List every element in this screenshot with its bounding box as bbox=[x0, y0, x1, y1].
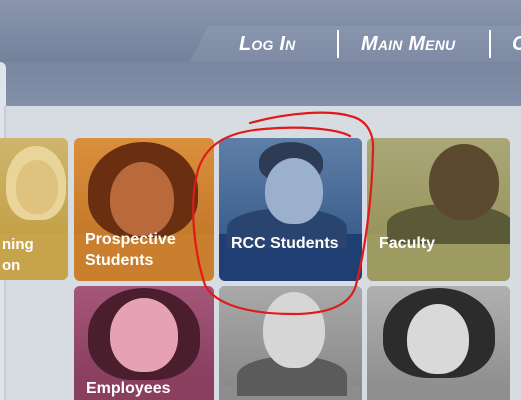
tile-rcc-students[interactable]: RCC Students bbox=[219, 138, 362, 281]
tile-label-line-2: Students bbox=[85, 252, 154, 269]
tile-label: RCC Students bbox=[231, 235, 339, 252]
sub-navigation-bar bbox=[0, 62, 521, 106]
employees-photo bbox=[74, 286, 214, 380]
tile-faculty[interactable]: Faculty bbox=[367, 138, 510, 281]
face-shape bbox=[429, 144, 499, 220]
tile-grey-woman[interactable] bbox=[367, 286, 510, 400]
tile-partial-left[interactable]: ning on bbox=[0, 138, 68, 280]
partial-nav-link[interactable]: C bbox=[512, 33, 521, 56]
tile-label-line-1: ning bbox=[2, 236, 34, 253]
tile-grey-man[interactable] bbox=[219, 286, 362, 400]
face-shape bbox=[16, 160, 58, 214]
main-menu-link[interactable]: Main Menu bbox=[361, 33, 455, 56]
log-in-link[interactable]: Log In bbox=[239, 33, 295, 56]
partial-left-photo bbox=[0, 138, 68, 234]
faculty-photo bbox=[367, 138, 510, 244]
face-shape bbox=[263, 292, 325, 368]
face-shape bbox=[110, 162, 174, 236]
tile-label: ning on bbox=[2, 234, 34, 276]
sub-navigation-edge bbox=[0, 62, 6, 106]
tile-label-line-1: Prospective bbox=[85, 231, 176, 248]
tile-label: Faculty bbox=[379, 235, 436, 252]
prospective-students-photo bbox=[74, 138, 214, 238]
grey-woman-photo bbox=[367, 286, 510, 386]
tile-label: Prospective Students bbox=[85, 229, 176, 271]
nav-divider bbox=[489, 30, 491, 58]
tile-label-line-2: on bbox=[2, 257, 21, 274]
grey-man-photo bbox=[219, 286, 362, 396]
tile-prospective-students[interactable]: Prospective Students bbox=[74, 138, 214, 281]
tile-employees[interactable]: Employees bbox=[74, 286, 214, 400]
nav-divider bbox=[337, 30, 339, 58]
face-shape bbox=[407, 304, 469, 374]
face-shape bbox=[110, 298, 178, 372]
rcc-students-photo bbox=[219, 138, 362, 248]
face-shape bbox=[265, 158, 323, 224]
tile-label: Employees bbox=[86, 380, 171, 397]
